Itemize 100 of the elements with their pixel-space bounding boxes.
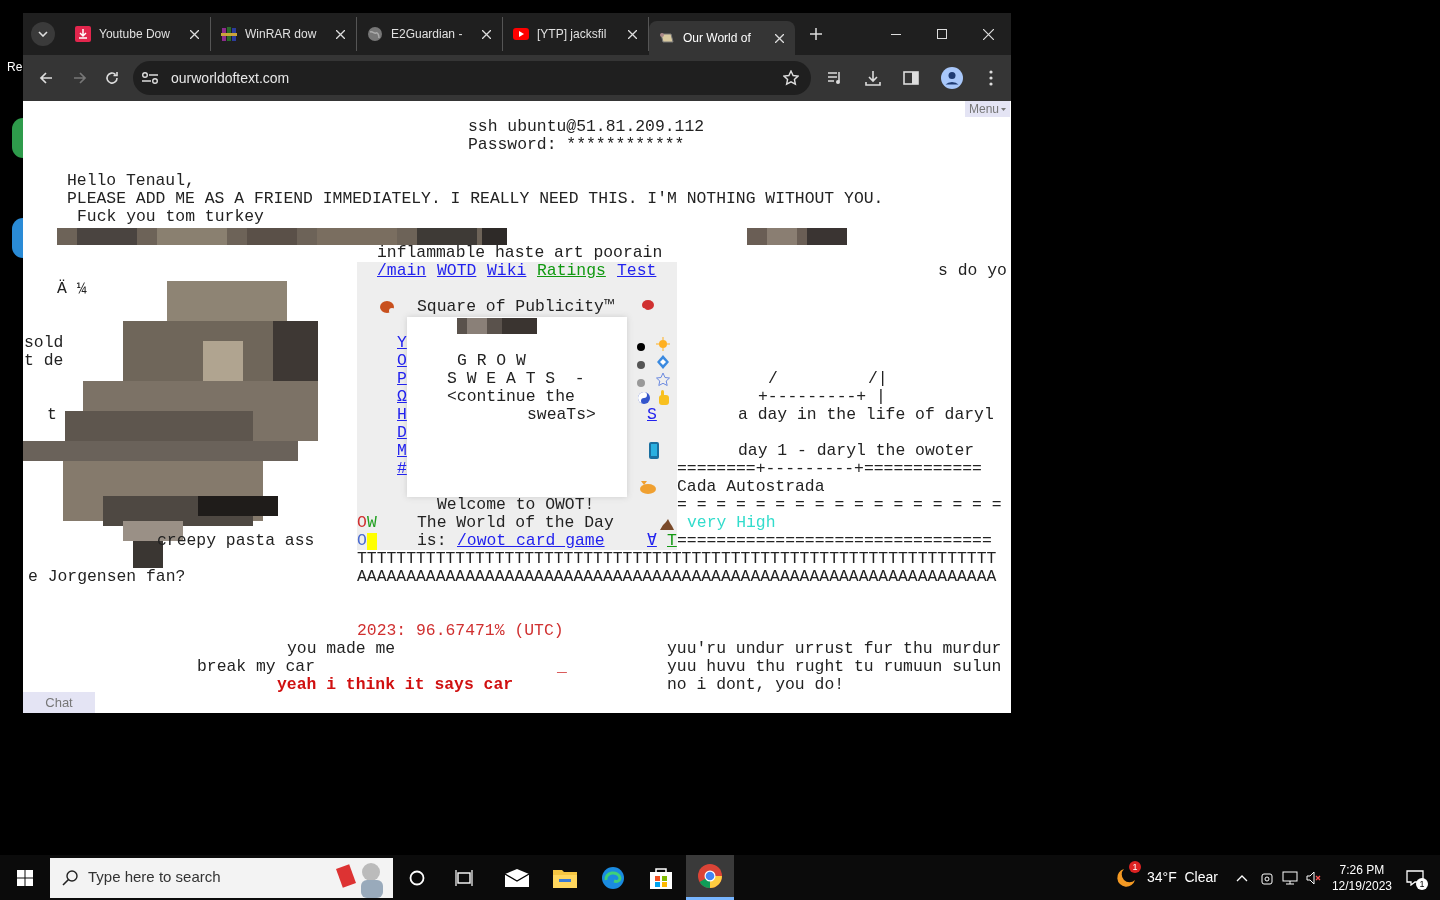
menu-icon[interactable]: [989, 70, 993, 86]
canvas-text: break my car: [197, 658, 316, 676]
canvas-text: Welcome to OWOT!: [437, 496, 595, 514]
canvas-text: inflammable haste art poorain: [377, 244, 663, 262]
canvas-text: /: [768, 370, 778, 388]
folder-icon[interactable]: [553, 867, 577, 888]
browser-tab[interactable]: Our World of: [649, 21, 795, 55]
menu-button[interactable]: Menu: [964, 101, 1010, 117]
text-link[interactable]: M: [397, 442, 407, 460]
windows-start-icon[interactable]: [17, 869, 33, 886]
text-link[interactable]: /owot_card_game: [457, 532, 605, 550]
canvas-text: t: [47, 406, 57, 424]
text-link[interactable]: Wiki: [487, 262, 527, 280]
browser-tab[interactable]: E2Guardian -: [357, 17, 503, 51]
browser-tab[interactable]: [YTP] jacksfil: [503, 17, 649, 51]
download-icon[interactable]: [865, 70, 881, 86]
canvas-text: yuu huvu thu rught tu rumuun sulun: [667, 658, 1002, 676]
text-link[interactable]: H: [397, 406, 407, 424]
text-link[interactable]: ∀: [647, 532, 657, 550]
chevron-up-icon[interactable]: [1235, 873, 1248, 882]
text-link[interactable]: /main: [377, 262, 427, 280]
canvas-text: you made me: [287, 640, 396, 658]
notifications-icon[interactable]: [1406, 869, 1424, 886]
network-icon[interactable]: [1281, 870, 1298, 885]
edge-icon[interactable]: [601, 865, 625, 890]
notification-badge: 1: [1128, 860, 1141, 873]
canvas-text: creepy pasta ass: [157, 532, 315, 550]
profile-icon[interactable]: [941, 67, 963, 89]
dot-icon: [637, 361, 645, 369]
browser-tab[interactable]: Youtube Dow: [65, 17, 211, 51]
download-icon: [75, 26, 91, 42]
star-icon[interactable]: [783, 70, 799, 86]
chat-button[interactable]: Chat: [23, 692, 95, 713]
reload-icon[interactable]: [105, 71, 119, 85]
tab-search-button[interactable]: [31, 22, 55, 46]
browser-tab[interactable]: WinRAR dow: [211, 17, 357, 51]
canvas-text: O: [357, 532, 367, 550]
canvas-text: S W E A T S -: [447, 370, 585, 388]
text-link[interactable]: O: [397, 352, 407, 370]
store-icon[interactable]: [649, 866, 673, 889]
minimize-icon: [891, 33, 901, 35]
text-link[interactable]: Ω: [397, 388, 407, 406]
text-link[interactable]: Test: [617, 262, 657, 280]
canvas-text: s do yo: [938, 262, 1007, 280]
desktop-icon-label: Re: [7, 59, 23, 76]
close-icon: [774, 33, 784, 43]
mail-icon[interactable]: [505, 868, 529, 887]
canvas-text: Ä ¼: [57, 280, 87, 298]
plus-icon: [810, 28, 822, 40]
text-link[interactable]: P: [397, 370, 407, 388]
desktop-icon[interactable]: [12, 218, 23, 258]
forward-icon[interactable]: [73, 71, 87, 85]
desktop-icon[interactable]: [12, 118, 23, 158]
text-link[interactable]: #: [397, 460, 407, 478]
address-bar[interactable]: ourworldoftext.com: [133, 61, 811, 95]
canvas-text: Fuck you tom turkey: [77, 208, 264, 226]
canvas-text: is:: [417, 532, 447, 550]
notification-count: 1: [1416, 877, 1428, 890]
close-icon: [335, 29, 345, 39]
canvas-text: ========+---------+============: [677, 460, 982, 478]
clock-date[interactable]: 12/19/2023: [1331, 877, 1392, 894]
text-link[interactable]: Y: [397, 334, 407, 352]
clock-time[interactable]: 7:26 PM: [1339, 861, 1385, 878]
canvas-text: day 1 - daryl the owoter: [738, 442, 975, 460]
canvas-text: sold: [24, 334, 64, 352]
canvas-text: +---------+ |: [758, 388, 886, 406]
highlight-block: [367, 533, 377, 550]
canvas-text: TTTTTTTTTTTTTTTTTTTTTTTTTTTTTTTTTTTTTTTTTTTTTTTTTTTTTTTTTTTTTTTTT: [357, 550, 997, 568]
canvas-text: Hello Tenaul,: [67, 172, 195, 190]
close-icon: [627, 29, 637, 39]
text-link[interactable]: WOTD: [437, 262, 477, 280]
site-settings-icon[interactable]: [141, 71, 159, 85]
camera-icon[interactable]: [1259, 870, 1274, 885]
side-panel-icon[interactable]: [903, 71, 919, 85]
taskbar-app-button[interactable]: [686, 855, 734, 900]
media-icon[interactable]: [827, 71, 843, 85]
back-icon[interactable]: [39, 71, 53, 85]
canvas-text: t de: [24, 352, 64, 370]
close-icon: [481, 29, 491, 39]
canvas-text: yeah i think it says car: [277, 676, 514, 694]
canvas-text: yuu'ru undur urrust fur thu murdur: [667, 640, 1002, 658]
muted-speaker-icon[interactable]: [1305, 870, 1322, 885]
play-icon: [513, 26, 529, 42]
cortana-icon[interactable]: [409, 869, 425, 886]
search-placeholder: Type here to search: [88, 867, 221, 888]
text-link[interactable]: D: [397, 424, 407, 442]
canvas-text: W: [367, 514, 377, 532]
weather-text[interactable]: 34°F Clear: [1146, 867, 1218, 888]
task-view-icon[interactable]: [455, 869, 473, 886]
taskbar-search-field[interactable]: Type here to search: [50, 857, 393, 898]
text-link[interactable]: S: [647, 406, 657, 424]
dot-icon: [637, 343, 645, 351]
search-icon: [62, 869, 78, 886]
canvas-text: ================================: [677, 532, 992, 550]
scroll-icon: [659, 30, 675, 46]
canvas-text: sweaTs>: [527, 406, 596, 424]
close-icon: [189, 29, 199, 39]
maximize-icon: [937, 29, 947, 39]
canvas-text: a day in the life of daryl: [738, 406, 994, 424]
canvas-text: 2023: 96.67471% (UTC): [357, 622, 564, 640]
